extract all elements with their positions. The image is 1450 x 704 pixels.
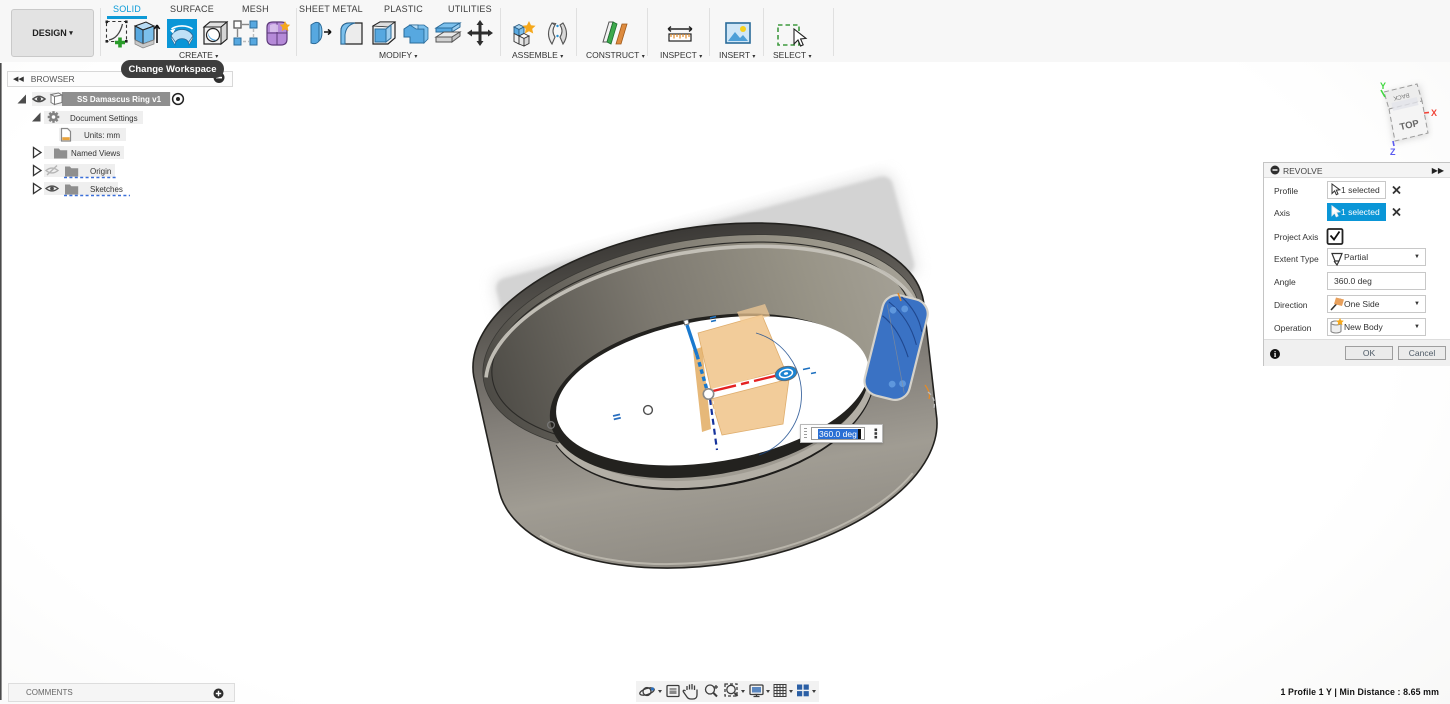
svg-text:X: X: [1431, 108, 1437, 118]
svg-text:Z: Z: [1390, 147, 1396, 157]
svg-text:Y: Y: [1380, 81, 1386, 91]
